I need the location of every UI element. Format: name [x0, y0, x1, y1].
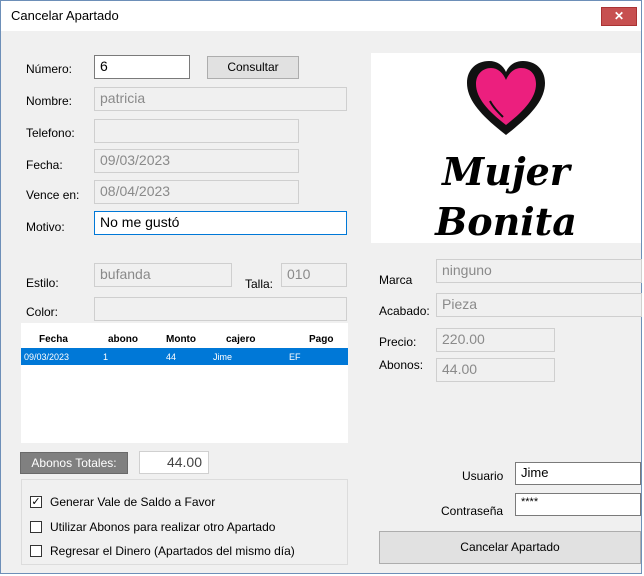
abonos-totales-label: Abonos Totales:: [20, 452, 128, 474]
numero-label: Número:: [26, 62, 73, 76]
consultar-button[interactable]: Consultar: [207, 56, 299, 79]
telefono-label: Telefono:: [26, 126, 75, 140]
table-row[interactable]: 09/03/2023 1 44 Jime EF: [21, 348, 348, 365]
telefono-field[interactable]: [94, 119, 299, 143]
logo-text-mujer: Mujer: [442, 149, 570, 194]
grid-header-monto[interactable]: Monto: [166, 334, 196, 345]
checkbox-unchecked-icon[interactable]: [30, 521, 42, 533]
abonos-totales-field[interactable]: 44.00: [139, 451, 209, 474]
precio-label: Precio:: [379, 335, 417, 349]
contrasena-input[interactable]: ****: [515, 493, 641, 516]
option-generar-vale-label: Generar Vale de Saldo a Favor: [50, 495, 216, 509]
color-label: Color:: [26, 305, 59, 319]
window-title: Cancelar Apartado: [11, 8, 119, 23]
vence-label: Vence en:: [26, 188, 80, 202]
options-group: ✓ Generar Vale de Saldo a Favor Utilizar…: [21, 479, 348, 565]
mujer-bonita-logo: Mujer Bonita: [371, 53, 641, 244]
contrasena-label: Contraseña: [441, 504, 504, 518]
heart-icon: [467, 61, 545, 135]
nombre-label: Nombre:: [26, 94, 73, 108]
close-button[interactable]: ✕: [601, 7, 637, 26]
marca-label: Marca: [379, 273, 413, 287]
grid-header-fecha[interactable]: Fecha: [39, 334, 68, 345]
vence-field[interactable]: 08/04/2023: [94, 180, 299, 204]
color-field[interactable]: [94, 297, 347, 321]
motivo-label: Motivo:: [26, 220, 65, 234]
checkbox-unchecked-icon[interactable]: [30, 545, 42, 557]
logo-text-bonita: Bonita: [435, 199, 577, 244]
cancelar-apartado-window: Cancelar Apartado ✕ Número: 6 Consultar …: [0, 0, 642, 574]
usuario-input[interactable]: Jime: [515, 462, 641, 485]
fecha-label: Fecha:: [26, 158, 63, 172]
fecha-field[interactable]: 09/03/2023: [94, 149, 299, 173]
grid-header-abono[interactable]: abono: [108, 334, 138, 345]
talla-field[interactable]: 010: [281, 263, 347, 287]
table-cell-pago: EF: [289, 352, 301, 362]
table-cell-monto: 44: [166, 352, 177, 362]
nombre-field[interactable]: patricia: [94, 87, 347, 111]
talla-label: Talla:: [245, 277, 274, 291]
acabado-field[interactable]: Pieza: [436, 293, 642, 317]
abonos-grid[interactable]: Fecha abono Monto cajero Pago 09/03/2023…: [21, 323, 348, 443]
numero-input[interactable]: 6: [94, 55, 190, 79]
marca-field[interactable]: ninguno: [436, 259, 642, 283]
abonos-label: Abonos:: [379, 358, 424, 372]
option-utilizar-abonos-label: Utilizar Abonos para realizar otro Apart…: [50, 520, 276, 534]
grid-header-pago[interactable]: Pago: [309, 334, 333, 345]
cancelar-apartado-button[interactable]: Cancelar Apartado: [379, 531, 641, 564]
acabado-label: Acabado:: [379, 304, 430, 318]
option-regresar-dinero-label: Regresar el Dinero (Apartados del mismo …: [50, 544, 295, 558]
checkbox-checked-icon[interactable]: ✓: [30, 496, 42, 508]
usuario-label: Usuario: [462, 469, 504, 483]
title-bar: Cancelar Apartado ✕: [1, 1, 641, 31]
precio-field[interactable]: 220.00: [436, 328, 555, 352]
motivo-input[interactable]: No me gustó: [94, 211, 347, 235]
grid-header-cajero[interactable]: cajero: [226, 334, 255, 345]
table-cell-abono: 1: [103, 352, 109, 362]
table-cell-cajero: Jime: [213, 352, 233, 362]
close-icon: ✕: [613, 9, 625, 23]
estilo-label: Estilo:: [26, 276, 59, 290]
abonos-field[interactable]: 44.00: [436, 358, 555, 382]
estilo-field[interactable]: bufanda: [94, 263, 232, 287]
table-cell-fecha: 09/03/2023: [24, 352, 70, 362]
grid-header: Fecha abono Monto cajero Pago: [21, 330, 348, 348]
